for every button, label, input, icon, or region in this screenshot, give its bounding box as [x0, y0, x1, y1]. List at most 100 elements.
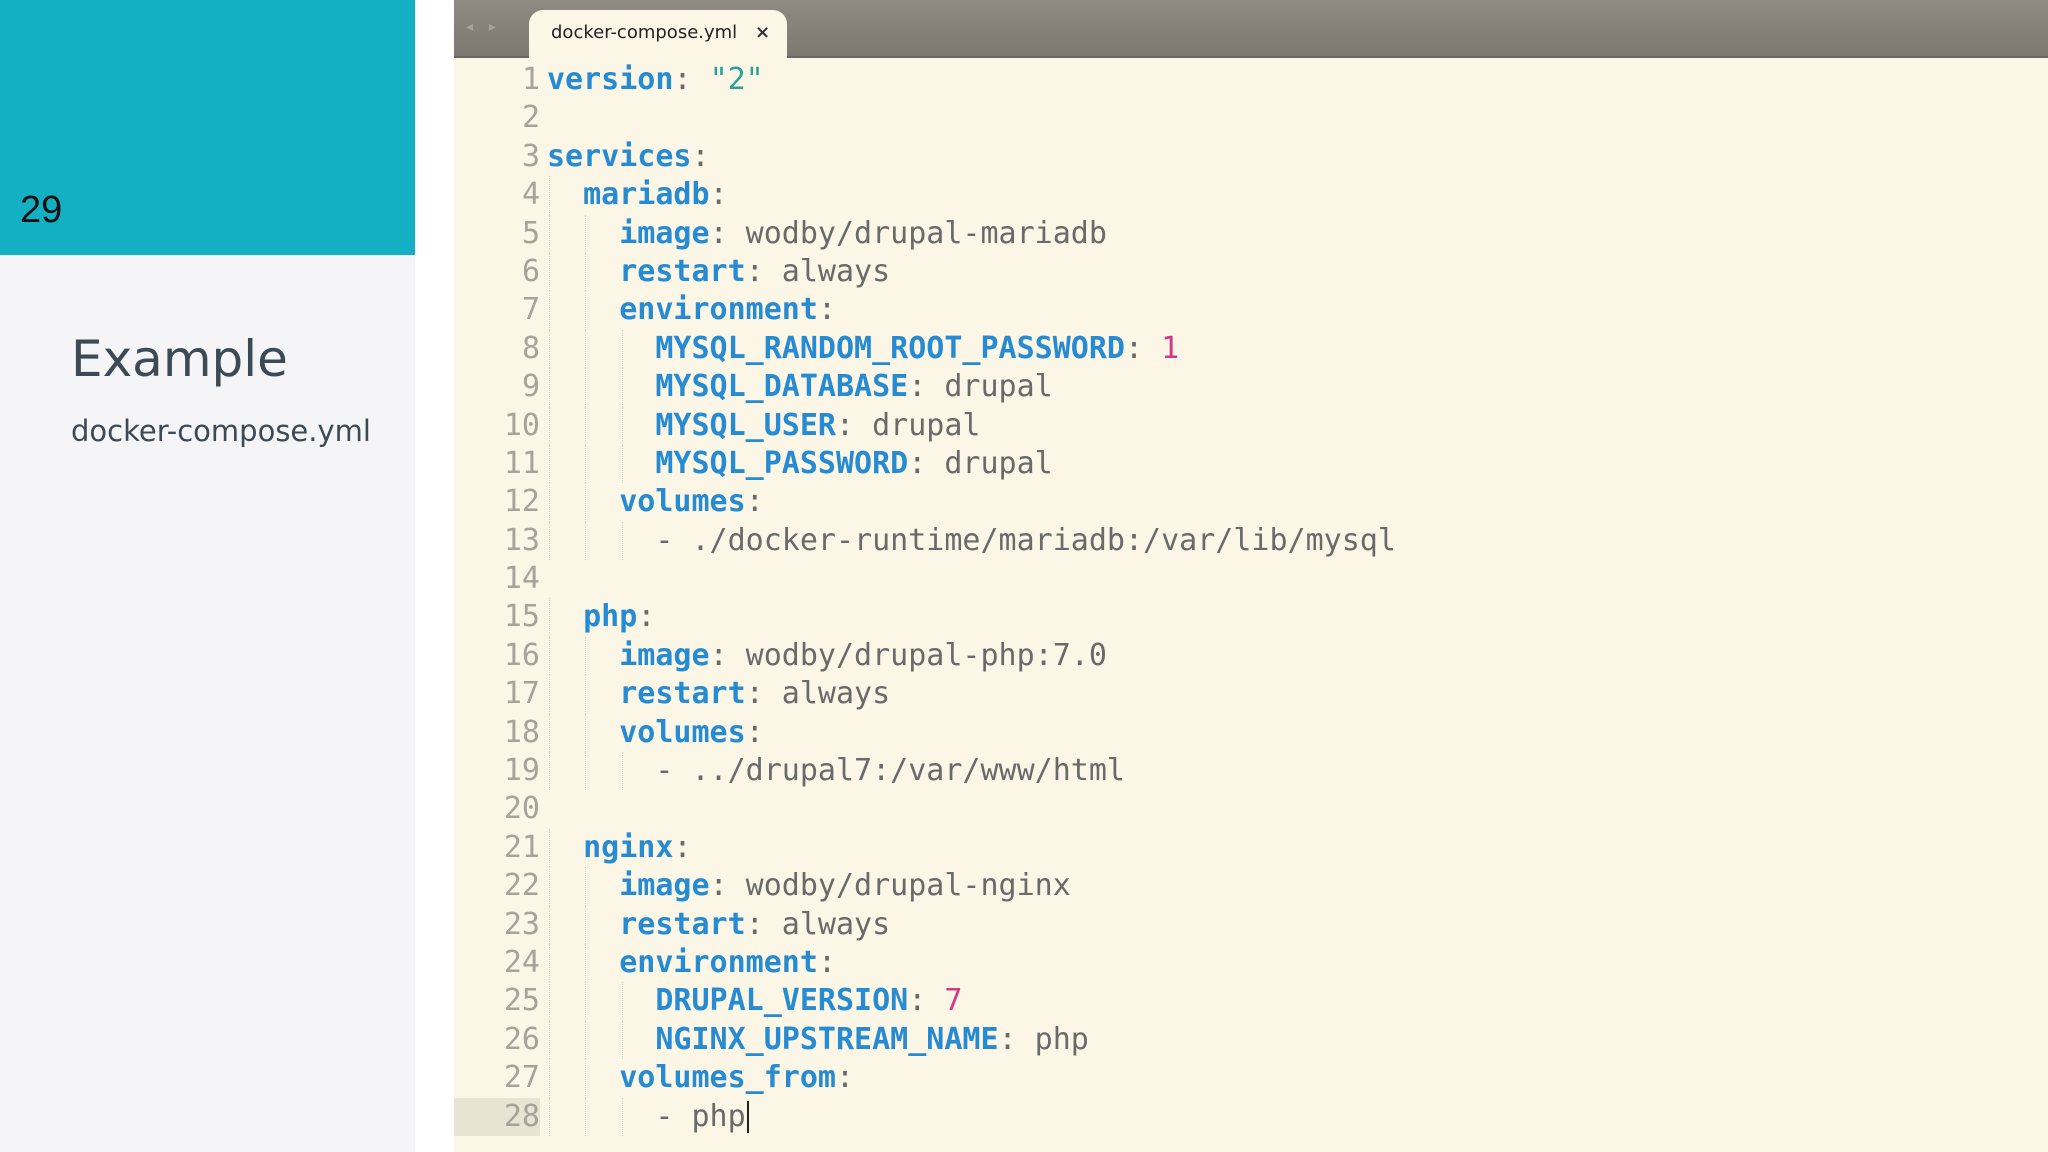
yaml-key: volumes_from — [619, 1060, 836, 1096]
tab-label: docker-compose.yml — [551, 22, 738, 43]
yaml-value: : — [745, 714, 764, 750]
line-number: 4 — [521, 177, 540, 213]
code-line[interactable]: 10 MYSQL_USER: drupal — [454, 406, 2048, 445]
line-number: 8 — [521, 330, 540, 366]
yaml-value: : drupal — [836, 407, 981, 443]
code-line[interactable]: 25 DRUPAL_VERSION: 7 — [454, 982, 2048, 1021]
code-text: image: wodby/drupal-php:7.0 — [547, 637, 1107, 675]
code-line[interactable]: 12 volumes: — [454, 483, 2048, 522]
yaml-key: image — [619, 868, 710, 904]
yaml-key: image — [619, 637, 710, 673]
yaml-value: : — [637, 599, 656, 635]
yaml-key: restart — [619, 906, 746, 942]
code-line[interactable]: 13 - ./docker-runtime/mariadb:/var/lib/m… — [454, 521, 2048, 561]
line-number: 17 — [503, 676, 540, 712]
code-line[interactable]: 23 restart: always — [454, 905, 2048, 944]
yaml-value: : — [908, 983, 945, 1019]
code-text: - php — [547, 1098, 749, 1136]
code-text: MYSQL_DATABASE: drupal — [547, 368, 1053, 406]
code-line[interactable]: 14 — [454, 560, 2048, 598]
code-text: image: wodby/drupal-nginx — [547, 867, 1071, 905]
line-number: 7 — [521, 292, 540, 328]
code-line[interactable]: 8 MYSQL_RANDOM_ROOT_PASSWORD: 1 — [454, 329, 2048, 369]
yaml-value: 7 — [944, 983, 963, 1019]
yaml-value: : — [836, 1060, 855, 1096]
code-text: nginx: — [547, 829, 691, 867]
nav-arrows-icon[interactable]: ◂ ▸ — [466, 18, 502, 35]
line-number: 20 — [503, 791, 540, 827]
code-line[interactable]: 28 - php — [454, 1097, 2048, 1136]
yaml-value: 1 — [1161, 330, 1180, 366]
yaml-key: MYSQL_USER — [655, 407, 836, 443]
code-text: environment: — [547, 291, 836, 329]
line-number: 18 — [503, 714, 540, 750]
code-line[interactable]: 18 volumes: — [454, 713, 2048, 753]
code-line[interactable]: 20 — [454, 790, 2048, 828]
line-number: 25 — [503, 983, 540, 1019]
line-number: 13 — [503, 522, 540, 558]
yaml-key: services — [547, 138, 692, 174]
code-line[interactable]: 17 restart: always — [454, 675, 2048, 714]
yaml-value: : always — [745, 676, 891, 712]
code-line[interactable]: 7 environment: — [454, 291, 2048, 330]
code-line[interactable]: 15 php: — [454, 598, 2048, 637]
line-number: 19 — [503, 753, 540, 789]
slide-number: 29 — [20, 189, 63, 231]
code-text: MYSQL_RANDOM_ROOT_PASSWORD: 1 — [547, 330, 1179, 368]
yaml-key: DRUPAL_VERSION — [655, 983, 909, 1019]
yaml-value: : always — [745, 253, 891, 289]
code-line[interactable]: 24 environment: — [454, 943, 2048, 983]
code-line[interactable]: 5 image: wodby/drupal-mariadb — [454, 214, 2048, 253]
line-number: 15 — [503, 599, 540, 635]
yaml-value: : — [709, 177, 728, 213]
code-area[interactable]: 1 version: "2" 2 3 services: 4 mariadb: 5 imag… — [454, 61, 2048, 1136]
code-line[interactable]: 6 restart: always — [454, 252, 2048, 292]
code-text: services: — [547, 138, 710, 176]
yaml-value: : — [817, 944, 836, 980]
close-icon[interactable]: × — [755, 22, 770, 43]
yaml-value: : always — [745, 906, 891, 942]
yaml-value: : wodby/drupal-mariadb — [709, 215, 1107, 251]
code-line[interactable]: 21 nginx: — [454, 828, 2048, 868]
code-line[interactable]: 4 mariadb: — [454, 176, 2048, 215]
line-number: 26 — [503, 1021, 540, 1057]
code-line[interactable]: 26 NGINX_UPSTREAM_NAME: php — [454, 1020, 2048, 1060]
code-line[interactable]: 11 MYSQL_PASSWORD: drupal — [454, 444, 2048, 484]
line-number: 27 — [503, 1060, 540, 1096]
slide-number-block: 29 — [0, 0, 415, 255]
code-line[interactable]: 19 - ../drupal7:/var/www/html — [454, 752, 2048, 791]
line-number: 5 — [521, 215, 540, 251]
line-number: 9 — [521, 369, 540, 405]
code-line[interactable]: 22 image: wodby/drupal-nginx — [454, 867, 2048, 906]
code-line[interactable]: 1 version: "2" — [454, 61, 2048, 99]
code-text: environment: — [547, 944, 836, 982]
code-line[interactable]: 2 — [454, 99, 2048, 137]
code-line[interactable]: 3 services: — [454, 138, 2048, 176]
yaml-key: volumes — [619, 484, 746, 520]
code-text: MYSQL_USER: drupal — [547, 407, 981, 445]
code-text: mariadb: — [547, 176, 728, 214]
code-text: NGINX_UPSTREAM_NAME: php — [547, 1021, 1088, 1059]
code-line[interactable]: 27 volumes_from: — [454, 1059, 2048, 1098]
code-line[interactable]: 16 image: wodby/drupal-php:7.0 — [454, 636, 2048, 676]
yaml-value: : — [745, 484, 764, 520]
yaml-value: : drupal — [908, 369, 1053, 405]
yaml-key: restart — [619, 253, 746, 289]
code-editor: ◂ ▸ docker-compose.yml × 1 version: "2" 2 3… — [454, 0, 2048, 1152]
code-line[interactable]: 9 MYSQL_DATABASE: drupal — [454, 368, 2048, 407]
tab-docker-compose[interactable]: docker-compose.yml × — [529, 10, 787, 58]
yaml-value: : — [1124, 330, 1162, 366]
